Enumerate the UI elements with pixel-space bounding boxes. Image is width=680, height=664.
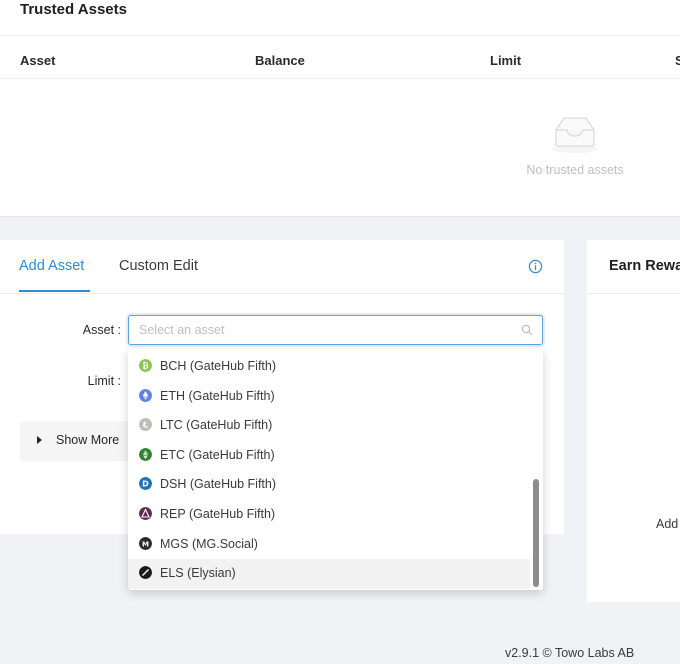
table-header-divider [0,78,680,79]
tab-add-asset[interactable]: Add Asset [19,258,84,274]
earn-rewards-add-text[interactable]: Add [656,517,678,531]
dash-coin-icon: D [139,477,152,491]
mgs-coin-icon: M [139,536,152,550]
asset-option-eth[interactable]: ETH (GateHub Fifth) [128,382,530,412]
etc-coin-icon [139,447,152,461]
asset-option-ltc[interactable]: Ł LTC (GateHub Fifth) [128,411,530,441]
eth-coin-icon [139,388,152,402]
asset-option-bch[interactable]: ₿ BCH (GateHub Fifth) [128,352,530,382]
asset-field-label: Asset : [82,323,121,337]
trusted-assets-card: Trusted Assets Asset Balance Limit S No … [0,0,680,217]
limit-field-label: Limit : [87,374,121,388]
asset-option-rep[interactable]: REP (GateHub Fifth) [128,500,530,530]
ltc-coin-icon: Ł [139,418,152,432]
empty-inbox-icon [552,117,598,153]
earn-rewards-title: Earn Rewa [609,258,680,274]
caret-right-icon [37,436,42,444]
info-icon[interactable] [528,259,543,274]
show-more-toggle[interactable]: Show More [20,421,130,461]
show-more-label: Show More [56,433,120,447]
version-footer: v2.9.1 © Towo Labs AB [505,646,635,660]
asset-option-els[interactable]: ELS (Elysian) [128,559,530,589]
active-tab-indicator [19,290,90,292]
asset-option-dsh[interactable]: D DSH (GateHub Fifth) [128,470,530,500]
column-header-limit: Limit [490,53,522,68]
column-header-truncated: S [675,53,680,68]
card-header-divider [0,35,680,36]
asset-dropdown-menu: ₿ BCH (GateHub Fifth) ETH (GateHub Fifth… [128,349,543,590]
rep-coin-icon [139,507,152,520]
svg-text:Ł: Ł [142,421,148,430]
earn-rewards-card: Earn Rewa Add [587,240,680,602]
asset-option-etc[interactable]: ETC (GateHub Fifth) [128,441,530,471]
svg-text:M: M [142,540,149,548]
column-header-balance: Balance [255,53,305,68]
svg-text:₿: ₿ [142,362,149,371]
asset-select[interactable]: Select an asset [128,315,543,345]
asset-select-placeholder: Select an asset [139,323,225,337]
trusted-assets-title: Trusted Assets [20,1,127,18]
bch-coin-icon: ₿ [139,359,152,372]
dropdown-scrollbar[interactable] [533,479,539,587]
tab-custom-edit[interactable]: Custom Edit [119,258,198,274]
empty-state-text: No trusted assets [526,163,624,177]
svg-text:D: D [142,480,149,489]
tabs-divider [0,293,564,294]
app-page: Trusted Assets Asset Balance Limit S No … [0,0,680,664]
column-header-asset: Asset [20,53,56,68]
earn-rewards-divider [587,293,680,294]
search-icon [521,324,533,336]
els-coin-icon [139,566,152,580]
asset-option-mgs[interactable]: M MGS (MG.Social) [128,530,530,560]
